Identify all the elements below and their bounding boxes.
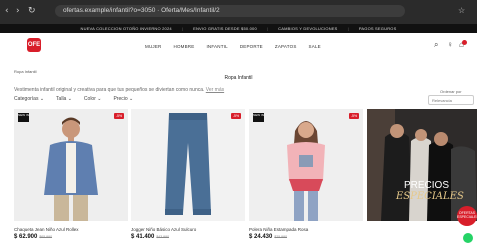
filter-price[interactable]: Precio ⌄ bbox=[113, 96, 133, 102]
promo-bar: NUEVA COLECCION OTOÑO INVIERNO 2024 | EN… bbox=[0, 24, 477, 33]
discount-badge: -5% bbox=[349, 113, 359, 119]
banner-title: PRECIOS bbox=[404, 180, 450, 191]
promo-item[interactable]: ENVIO GRATIS DESDE $50.000 bbox=[193, 24, 257, 33]
menu-item-hombre[interactable]: HOMBRE bbox=[174, 44, 195, 49]
forward-icon[interactable]: › bbox=[16, 6, 20, 16]
address-bar[interactable]: ofertas.example/infantil?o=3050 · Oferta… bbox=[55, 5, 405, 17]
product-name[interactable]: Jogger Niño Básico Azul Sulcuro bbox=[131, 227, 196, 232]
current-price: $ 24.430 bbox=[249, 234, 273, 240]
promo-item[interactable]: CAMBIOS Y DEVOLUCIONES bbox=[278, 24, 337, 33]
new-in-badge: NEW IN bbox=[253, 113, 264, 122]
menu-item-zapatos[interactable]: ZAPATOS bbox=[275, 44, 297, 49]
filter-color[interactable]: Color ⌄ bbox=[84, 96, 102, 102]
discount-badge: -5% bbox=[114, 113, 124, 119]
new-in-badge: NEW IN bbox=[18, 113, 29, 122]
current-price: $ 62.900 bbox=[14, 234, 38, 240]
main-menu: MUJER HOMBRE INFANTIL DEPORTE ZAPATOS SA… bbox=[145, 44, 321, 49]
product-card[interactable]: NEW IN -5% bbox=[249, 109, 363, 221]
category-description: Vestimenta infantil original y creativa … bbox=[14, 87, 224, 93]
banner-image-people bbox=[367, 109, 477, 221]
product-card[interactable]: NEW IN -5% bbox=[14, 109, 128, 221]
search-icon[interactable]: ⌕ bbox=[434, 41, 438, 49]
back-icon[interactable]: ‹ bbox=[5, 6, 9, 16]
product-name[interactable]: Polera Niña Estampada Rosa bbox=[249, 227, 308, 232]
product-card[interactable]: -5% bbox=[131, 109, 245, 221]
description-text: Vestimenta infantil original y creativa … bbox=[14, 87, 205, 93]
product-image-pink-tee[interactable] bbox=[249, 109, 363, 221]
product-name[interactable]: Chaqueta Jean Niño Azul Rollex bbox=[14, 227, 79, 232]
filter-bar: Categorías ⌄ Talla ⌄ Color ⌄ Precio ⌄ bbox=[14, 96, 133, 102]
old-price: $43.990 bbox=[156, 235, 170, 239]
menu-item-sale[interactable]: SALE bbox=[309, 44, 321, 49]
breadcrumb[interactable]: Ropa Infantil bbox=[14, 69, 36, 74]
current-price: $ 41.400 bbox=[131, 234, 155, 240]
page-title: Ropa Infantil bbox=[224, 75, 253, 81]
product-price: $ 24.430 $25.990 bbox=[249, 234, 287, 240]
product-image-jogger[interactable] bbox=[131, 109, 245, 221]
sort-label: Ordenar por bbox=[440, 89, 462, 94]
discount-badge: -5% bbox=[231, 113, 241, 119]
whatsapp-icon[interactable] bbox=[463, 233, 473, 243]
brand-logo[interactable]: OFE bbox=[27, 38, 41, 52]
menu-item-mujer[interactable]: MUJER bbox=[145, 44, 162, 49]
promo-separator: | bbox=[181, 26, 184, 31]
promo-item[interactable]: PAGOS SEGUROS bbox=[359, 24, 397, 33]
menu-item-deporte[interactable]: DEPORTE bbox=[240, 44, 263, 49]
reload-icon[interactable]: ↻ bbox=[28, 6, 36, 16]
cart-badge bbox=[462, 40, 467, 45]
product-price: $ 62.900 $65.990 bbox=[14, 234, 52, 240]
product-price: $ 41.400 $43.990 bbox=[131, 234, 169, 240]
promo-separator: | bbox=[266, 26, 269, 31]
bookmark-star-icon[interactable]: ☆ bbox=[458, 7, 466, 15]
menu-item-infantil[interactable]: INFANTIL bbox=[206, 44, 227, 49]
filter-size[interactable]: Talla ⌄ bbox=[56, 96, 72, 102]
user-icon[interactable]: ♀ bbox=[447, 41, 453, 49]
read-more-link[interactable]: Ver más bbox=[206, 87, 224, 93]
filter-categories[interactable]: Categorías ⌄ bbox=[14, 96, 44, 102]
old-price: $25.990 bbox=[274, 235, 288, 239]
special-offers-button[interactable]: OFERTAS ESPECIALES bbox=[457, 206, 477, 226]
sort-select[interactable]: Relevancia bbox=[428, 95, 474, 105]
old-price: $65.990 bbox=[39, 235, 53, 239]
product-image-denim-jacket[interactable] bbox=[14, 109, 128, 221]
promo-item[interactable]: NUEVA COLECCION OTOÑO INVIERNO 2024 bbox=[81, 24, 172, 33]
banner-subtitle: ESPECIALES bbox=[396, 191, 464, 202]
promo-banner[interactable] bbox=[367, 109, 477, 221]
promo-separator: | bbox=[347, 26, 349, 31]
browser-toolbar: ‹ › ↻ ofertas.example/infantil?o=3050 · … bbox=[0, 0, 477, 24]
